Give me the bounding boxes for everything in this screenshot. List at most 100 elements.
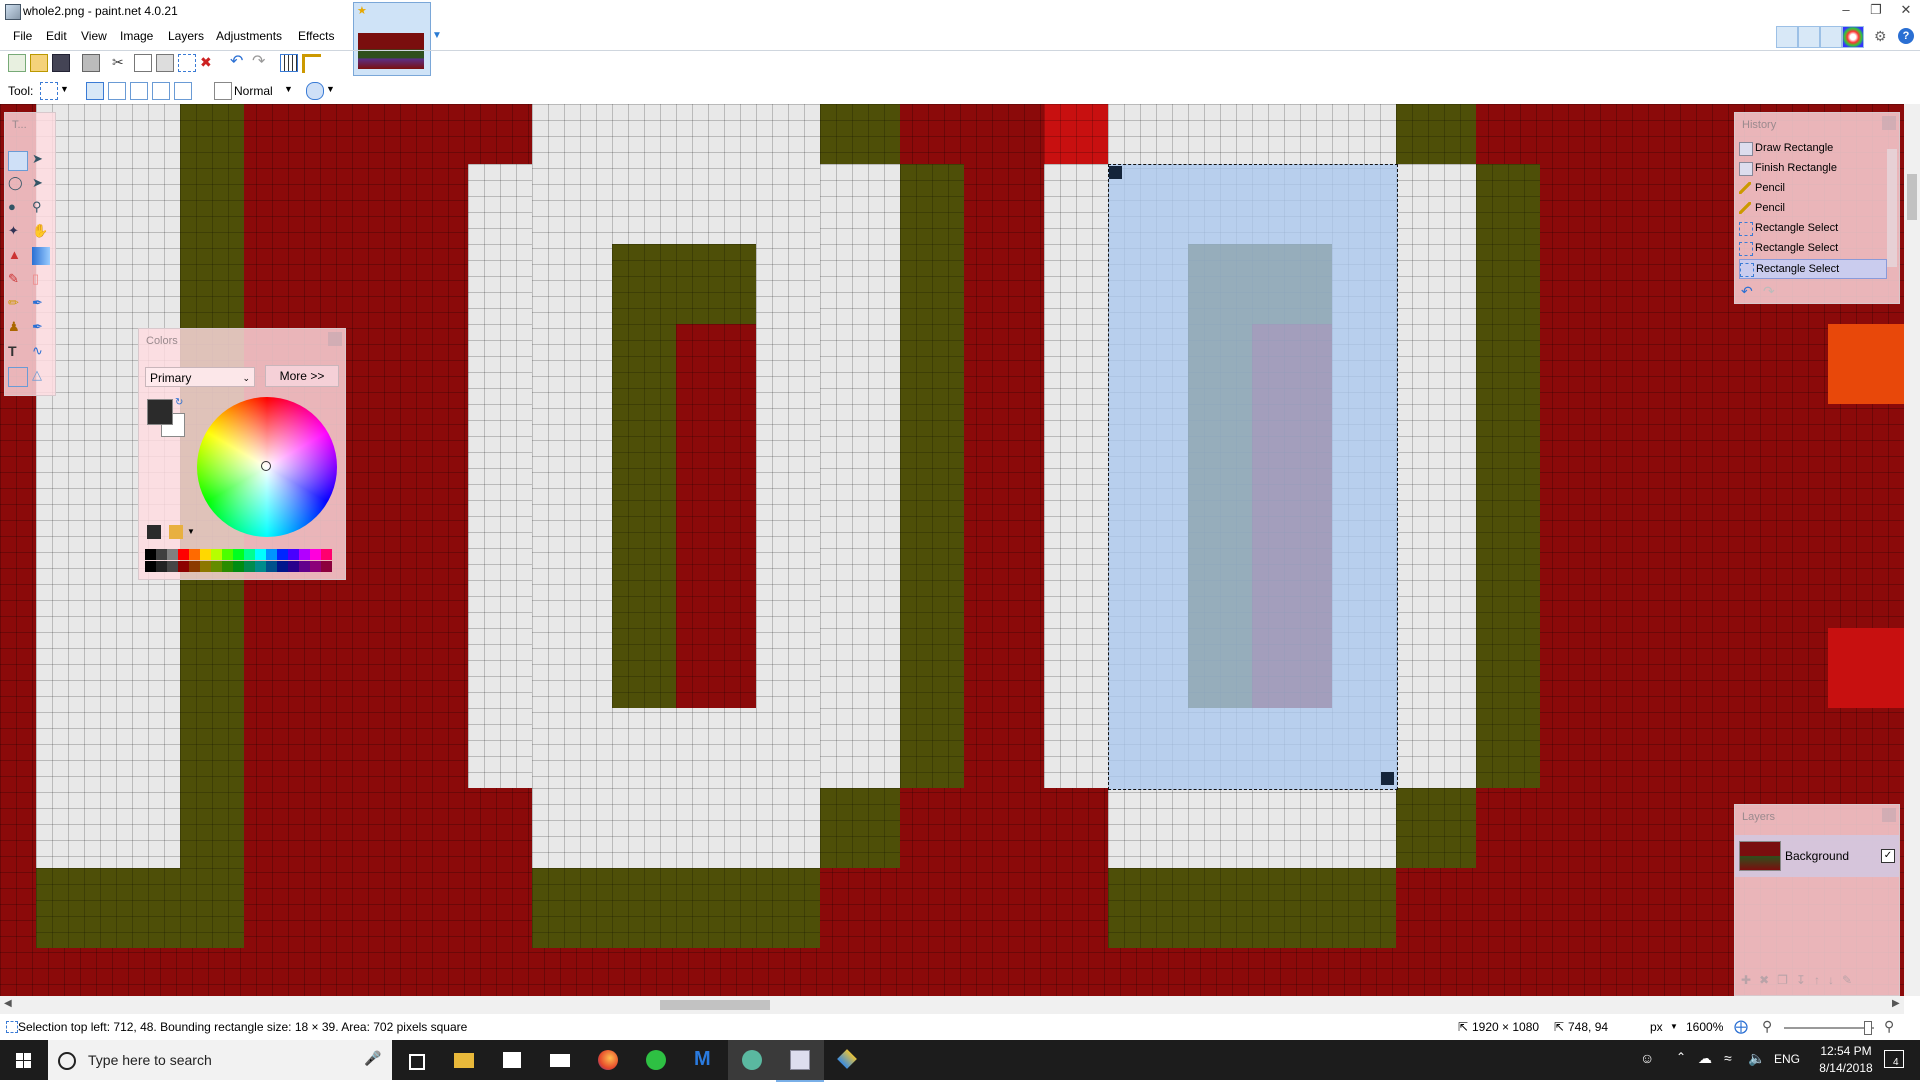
zoom-slider-thumb[interactable] [1864,1021,1872,1035]
palette-swatch[interactable] [200,549,211,560]
layer-visibility-checkbox[interactable]: ✓ [1881,849,1895,863]
history-scrollbar[interactable] [1887,149,1897,267]
palette-swatch[interactable] [310,561,321,572]
palette-swatch[interactable] [321,549,332,560]
start-button[interactable] [0,1040,48,1080]
palette-dropdown-icon[interactable]: ▼ [187,527,195,536]
firefox-icon[interactable] [584,1040,632,1080]
rectangle-selection[interactable] [1108,164,1398,790]
scroll-right-icon[interactable]: ▶ [1892,998,1900,1009]
antialiasing-icon[interactable] [306,82,324,100]
history-item[interactable]: Rectangle Select [1739,239,1885,257]
delete-layer-icon[interactable]: ✖ [1759,973,1769,989]
save-icon[interactable] [52,54,70,72]
palette-swatch[interactable] [200,561,211,572]
title-close-button[interactable]: ✕ [1896,1,1916,19]
clock-date[interactable]: 8/14/2018 [1816,1061,1876,1075]
palette-swatch[interactable] [156,561,167,572]
colors-window-close-button[interactable] [328,332,342,346]
palette-swatch[interactable] [167,549,178,560]
palette-swatch[interactable] [277,549,288,560]
palette-swatch[interactable] [277,561,288,572]
selection-mode-replace-icon[interactable] [86,82,104,100]
move-selection-icon[interactable]: ➤ [32,175,50,193]
zoom-slider[interactable] [1784,1027,1874,1029]
current-tool-rectangle-select-icon[interactable] [40,82,58,100]
clock-time[interactable]: 12:54 PM [1816,1044,1876,1058]
title-restore-button[interactable]: ❐ [1866,1,1886,19]
add-layer-icon[interactable]: ✚ [1741,973,1751,989]
swap-colors-icon[interactable]: ↻ [175,397,183,408]
palette-swatch[interactable] [189,561,200,572]
tools-window-toggle-icon[interactable] [1776,26,1798,48]
palette-swatch[interactable] [189,549,200,560]
layers-window-close-button[interactable] [1882,808,1896,822]
onedrive-cloud-icon[interactable]: ☁ [1698,1050,1712,1067]
history-undo-icon[interactable]: ↶ [1741,283,1753,300]
palette-swatch[interactable] [222,561,233,572]
layers-window-toggle-icon[interactable] [1820,26,1842,48]
open-file-icon[interactable] [30,54,48,72]
copy-icon[interactable] [134,54,152,72]
colors-window-toggle-icon[interactable] [1842,26,1864,48]
palette-swatch[interactable] [233,549,244,560]
document-tab-thumbnail[interactable]: ★ [353,2,431,76]
palette-swatch[interactable] [310,549,321,560]
add-to-palette-icon[interactable] [147,525,161,539]
selection-mode-union-icon[interactable] [108,82,126,100]
image-canvas[interactable]: T... ➤ ◯ ➤ ● ⚲ ✦ ✋ ▲ ✎ ▯ ✏ ✒ ♟ ✒ T ∿ △ C… [0,104,1920,996]
palette-swatch[interactable] [211,549,222,560]
palette-swatch[interactable] [244,561,255,572]
layer-properties-icon[interactable]: ✎ [1842,973,1852,989]
scroll-left-icon[interactable]: ◀ [4,998,12,1009]
palette-menu-icon[interactable] [169,525,183,539]
shapes-icon[interactable] [8,367,28,387]
menu-adjustments[interactable]: Adjustments [212,26,286,46]
zoom-level[interactable]: 1600% [1686,1020,1723,1034]
menu-file[interactable]: File [9,26,36,46]
palette-swatch[interactable] [255,549,266,560]
zoom-icon[interactable]: ⚲ [32,199,50,217]
blend-mode-value[interactable]: Normal [234,84,273,98]
selection-mode-intersect-icon[interactable] [152,82,170,100]
undo-icon[interactable]: ↶ [230,54,246,70]
palette-swatch[interactable] [145,549,156,560]
help-icon[interactable]: ? [1898,28,1914,44]
file-explorer-icon[interactable] [440,1040,488,1080]
horizontal-scroll-thumb[interactable] [660,1000,770,1010]
malwarebytes-icon[interactable]: M [680,1040,728,1080]
print-icon[interactable] [82,54,100,72]
horizontal-scrollbar[interactable]: ◀ ▶ [0,996,1904,1014]
palette-swatch[interactable] [145,561,156,572]
vertical-scrollbar[interactable] [1904,104,1920,996]
palette-swatch[interactable] [178,561,189,572]
palette-swatch[interactable] [244,549,255,560]
vertical-scroll-thumb[interactable] [1907,174,1917,220]
color-wheel[interactable] [197,397,337,537]
new-image-icon[interactable] [8,54,26,72]
primary-color-swatch[interactable] [147,399,173,425]
shape-type-icon[interactable]: △ [32,367,50,385]
zoom-in-icon[interactable]: ⚲ [1884,1018,1894,1035]
lasso-select-icon[interactable]: ◯ [8,175,26,193]
menu-layers[interactable]: Layers [164,26,208,46]
menu-effects[interactable]: Effects [294,26,338,46]
paintnet-taskbar-icon[interactable] [776,1040,824,1082]
people-icon[interactable]: ☺ [1640,1050,1654,1066]
palette-swatch[interactable] [156,549,167,560]
move-layer-up-icon[interactable]: ↑ [1814,973,1820,989]
wifi-icon[interactable]: ≈ [1724,1050,1732,1066]
settings-gear-icon[interactable]: ⚙ [1874,28,1890,44]
color-palette[interactable] [145,549,339,573]
task-view-icon[interactable] [392,1040,440,1080]
rectangle-select-tool-icon[interactable] [8,151,28,171]
clone-stamp-icon[interactable]: ♟ [8,319,26,337]
palette-swatch[interactable] [299,549,310,560]
input-language[interactable]: ENG [1774,1052,1800,1066]
units-dropdown-icon[interactable]: ▼ [1670,1022,1678,1031]
paste-icon[interactable] [156,54,174,72]
action-center-icon[interactable]: 4 [1884,1050,1904,1068]
color-wheel-cursor[interactable] [261,461,271,471]
taskbar-search-box[interactable]: Type here to search 🎤 [48,1040,392,1080]
show-hidden-icons-icon[interactable]: ⌃ [1676,1050,1686,1064]
